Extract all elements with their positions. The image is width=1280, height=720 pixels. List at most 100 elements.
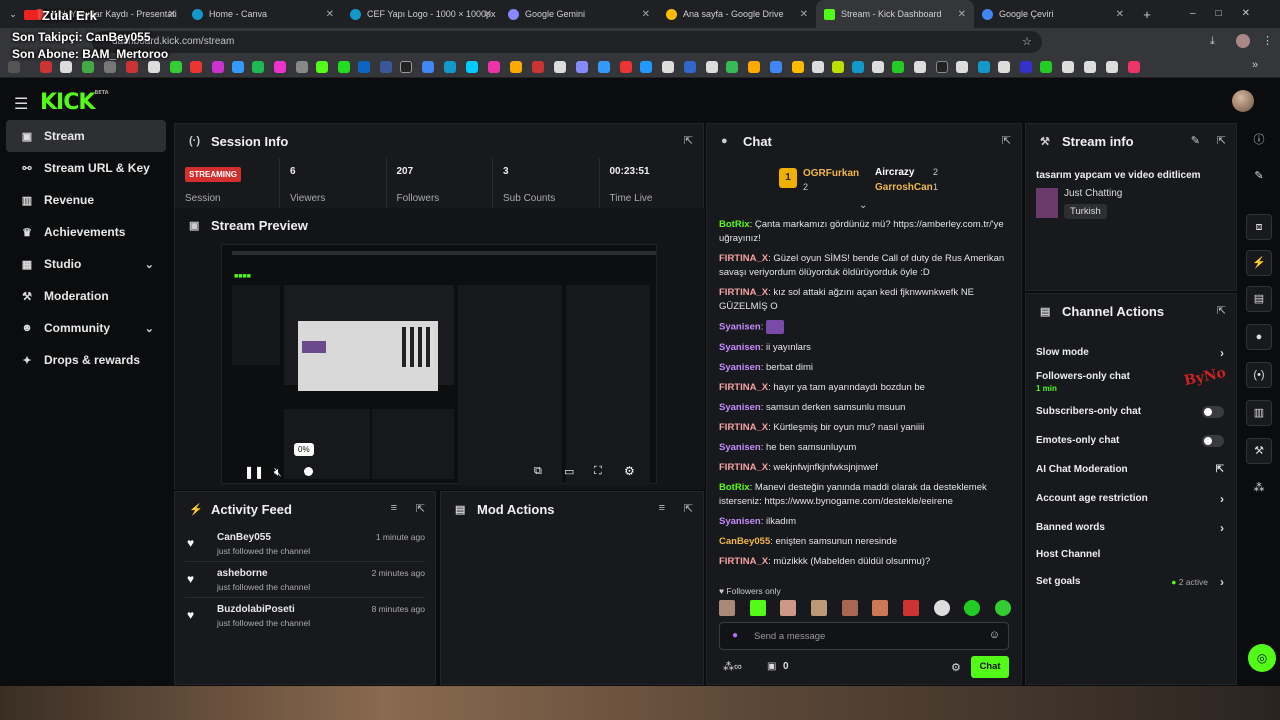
chat-username[interactable]: FIRTINA_X — [719, 287, 768, 298]
info-icon[interactable]: ⓘ — [1246, 128, 1272, 154]
bookmark-icon[interactable] — [170, 61, 182, 73]
bookmark-icon[interactable] — [684, 61, 696, 73]
browser-tab-3[interactable]: Google Gemini ✕ — [500, 0, 658, 28]
popout-icon[interactable]: ⇱ — [684, 502, 693, 515]
microphone-icon[interactable]: ● — [732, 630, 738, 641]
bookmark-icon[interactable] — [640, 61, 652, 73]
browser-tab-5[interactable]: Stream - Kick Dashboard ✕ — [816, 0, 974, 28]
menu-icon[interactable]: ⋮ — [1262, 34, 1273, 47]
chat-username[interactable]: Syanisen — [719, 402, 761, 413]
bookmark-star-icon[interactable]: ☆ — [1022, 35, 1032, 48]
bookmark-icon[interactable] — [40, 61, 52, 73]
bookmark-icon[interactable] — [576, 61, 588, 73]
bookmark-icon[interactable] — [1128, 61, 1140, 73]
wrench-icon[interactable]: ⚒ — [1246, 438, 1272, 464]
bookmark-icon[interactable] — [662, 61, 674, 73]
chat-username[interactable]: FIRTINA_X — [719, 382, 768, 393]
sidebar-item-stream[interactable]: ▣ Stream — [6, 120, 166, 152]
clip-icon[interactable]: ⧈ — [1246, 214, 1272, 240]
filter-icon[interactable]: ≡ — [391, 502, 397, 514]
popout-icon[interactable]: ⇱ — [1002, 134, 1011, 147]
channel-points-icon[interactable]: ⁂∞ — [723, 660, 742, 673]
bookmark-icon[interactable] — [872, 61, 884, 73]
chat-username[interactable]: CanBey055 — [719, 536, 770, 547]
sidebar-item-moderation[interactable]: ⚒ Moderation — [6, 280, 166, 312]
support-headset-icon[interactable]: ◎ — [1248, 644, 1276, 672]
bookmark-icon[interactable] — [554, 61, 566, 73]
bookmark-icon[interactable] — [488, 61, 500, 73]
bookmark-icon[interactable] — [956, 61, 968, 73]
bookmark-icon[interactable] — [792, 61, 804, 73]
action-subscribers-only[interactable]: Subscribers-only chat — [1026, 397, 1236, 426]
bookmark-icon[interactable] — [212, 61, 224, 73]
emote[interactable] — [933, 600, 950, 616]
profile-avatar[interactable] — [1236, 34, 1250, 48]
bookmark-icon[interactable] — [748, 61, 760, 73]
chat-username[interactable]: BotRix — [719, 482, 750, 493]
bookmark-icon[interactable] — [148, 61, 160, 73]
hamburger-menu-icon[interactable]: ☰ — [14, 94, 28, 114]
pip-icon[interactable]: ⧉ — [534, 465, 542, 478]
mute-icon[interactable]: 🔇︎ — [274, 465, 282, 480]
store-icon[interactable]: ▣ — [767, 661, 776, 672]
bookmark-icon[interactable] — [532, 61, 544, 73]
url-input[interactable]: dashboard.kick.com/stream — [92, 31, 1042, 53]
lightning-icon[interactable]: ⚡ — [1246, 250, 1272, 276]
bookmark-icon[interactable] — [400, 61, 412, 73]
stream-video[interactable]: ■■■■ ❚❚ 🔇︎ 0% ⧉ ▭ ⛶ ⚙ — [221, 244, 657, 485]
sidebar-item-revenue[interactable]: ▥ Revenue — [6, 184, 166, 216]
bookmark-icon[interactable] — [598, 61, 610, 73]
chat-username[interactable]: FIRTINA_X — [719, 422, 768, 433]
emote[interactable] — [994, 600, 1011, 616]
bookmark-icon[interactable] — [1062, 61, 1074, 73]
bookmark-icon[interactable] — [232, 61, 244, 73]
fullscreen-icon[interactable]: ⛶ — [594, 465, 602, 478]
chat-username[interactable]: BotRix — [719, 219, 750, 230]
pause-icon[interactable]: ❚❚ — [244, 465, 264, 479]
bookmark-icon[interactable] — [126, 61, 138, 73]
popout-icon[interactable]: ⇱ — [416, 502, 425, 515]
bookmark-icon[interactable] — [1040, 61, 1052, 73]
bookmark-icon[interactable] — [466, 61, 478, 73]
chat-username[interactable]: Syanisen — [719, 362, 761, 373]
bookmark-icon[interactable] — [422, 61, 434, 73]
bookmark-icon[interactable] — [914, 61, 926, 73]
bookmark-icon[interactable] — [998, 61, 1010, 73]
emote[interactable] — [964, 600, 981, 616]
apps-icon[interactable] — [8, 61, 20, 73]
list-icon[interactable]: ▥ — [1246, 400, 1272, 426]
emote[interactable] — [872, 600, 889, 616]
bookmark-icon[interactable] — [60, 61, 72, 73]
action-host-channel[interactable]: Host Channel — [1026, 542, 1236, 567]
browser-tab-1[interactable]: Home - Canva ✕ — [184, 0, 342, 28]
emote[interactable] — [780, 600, 797, 616]
emote[interactable] — [902, 600, 919, 616]
bookmark-icon[interactable] — [380, 61, 392, 73]
channel-points-icon[interactable]: ⁂ — [1246, 476, 1272, 502]
chat-username[interactable]: FIRTINA_X — [719, 462, 768, 473]
bookmark-icon[interactable] — [1084, 61, 1096, 73]
bookmark-icon[interactable] — [82, 61, 94, 73]
action-ai-moderation[interactable]: AI Chat Moderation ⇱ — [1026, 455, 1236, 484]
chat-username[interactable]: Syanisen — [719, 442, 761, 453]
bookmark-icon[interactable] — [832, 61, 844, 73]
bookmark-icon[interactable] — [444, 61, 456, 73]
document-icon[interactable]: ▤ — [1246, 286, 1272, 312]
chat-username[interactable]: FIRTINA_X — [719, 253, 768, 264]
bookmark-icon[interactable] — [892, 61, 904, 73]
bookmark-icon[interactable] — [510, 61, 522, 73]
emotes-only-toggle[interactable] — [1202, 434, 1224, 447]
action-slow-mode[interactable]: Slow mode › — [1026, 338, 1236, 367]
sidebar-item-community[interactable]: ☻ Community ⌄ — [6, 312, 166, 344]
kick-logo[interactable]: KICKBETA — [40, 90, 109, 115]
browser-tab-4[interactable]: Ana sayfa - Google Drive ✕ — [658, 0, 816, 28]
user-avatar[interactable] — [1232, 90, 1254, 112]
action-banned-words[interactable]: Banned words › — [1026, 513, 1236, 542]
bookmark-icon[interactable] — [936, 61, 948, 73]
action-set-goals[interactable]: Set goals ● 2 active › — [1026, 567, 1236, 596]
emote[interactable] — [749, 600, 766, 616]
bookmark-icon[interactable] — [104, 61, 116, 73]
more-bookmarks-icon[interactable]: » — [1252, 59, 1258, 71]
popout-icon[interactable]: ⇱ — [1217, 134, 1226, 147]
bookmark-icon[interactable] — [852, 61, 864, 73]
